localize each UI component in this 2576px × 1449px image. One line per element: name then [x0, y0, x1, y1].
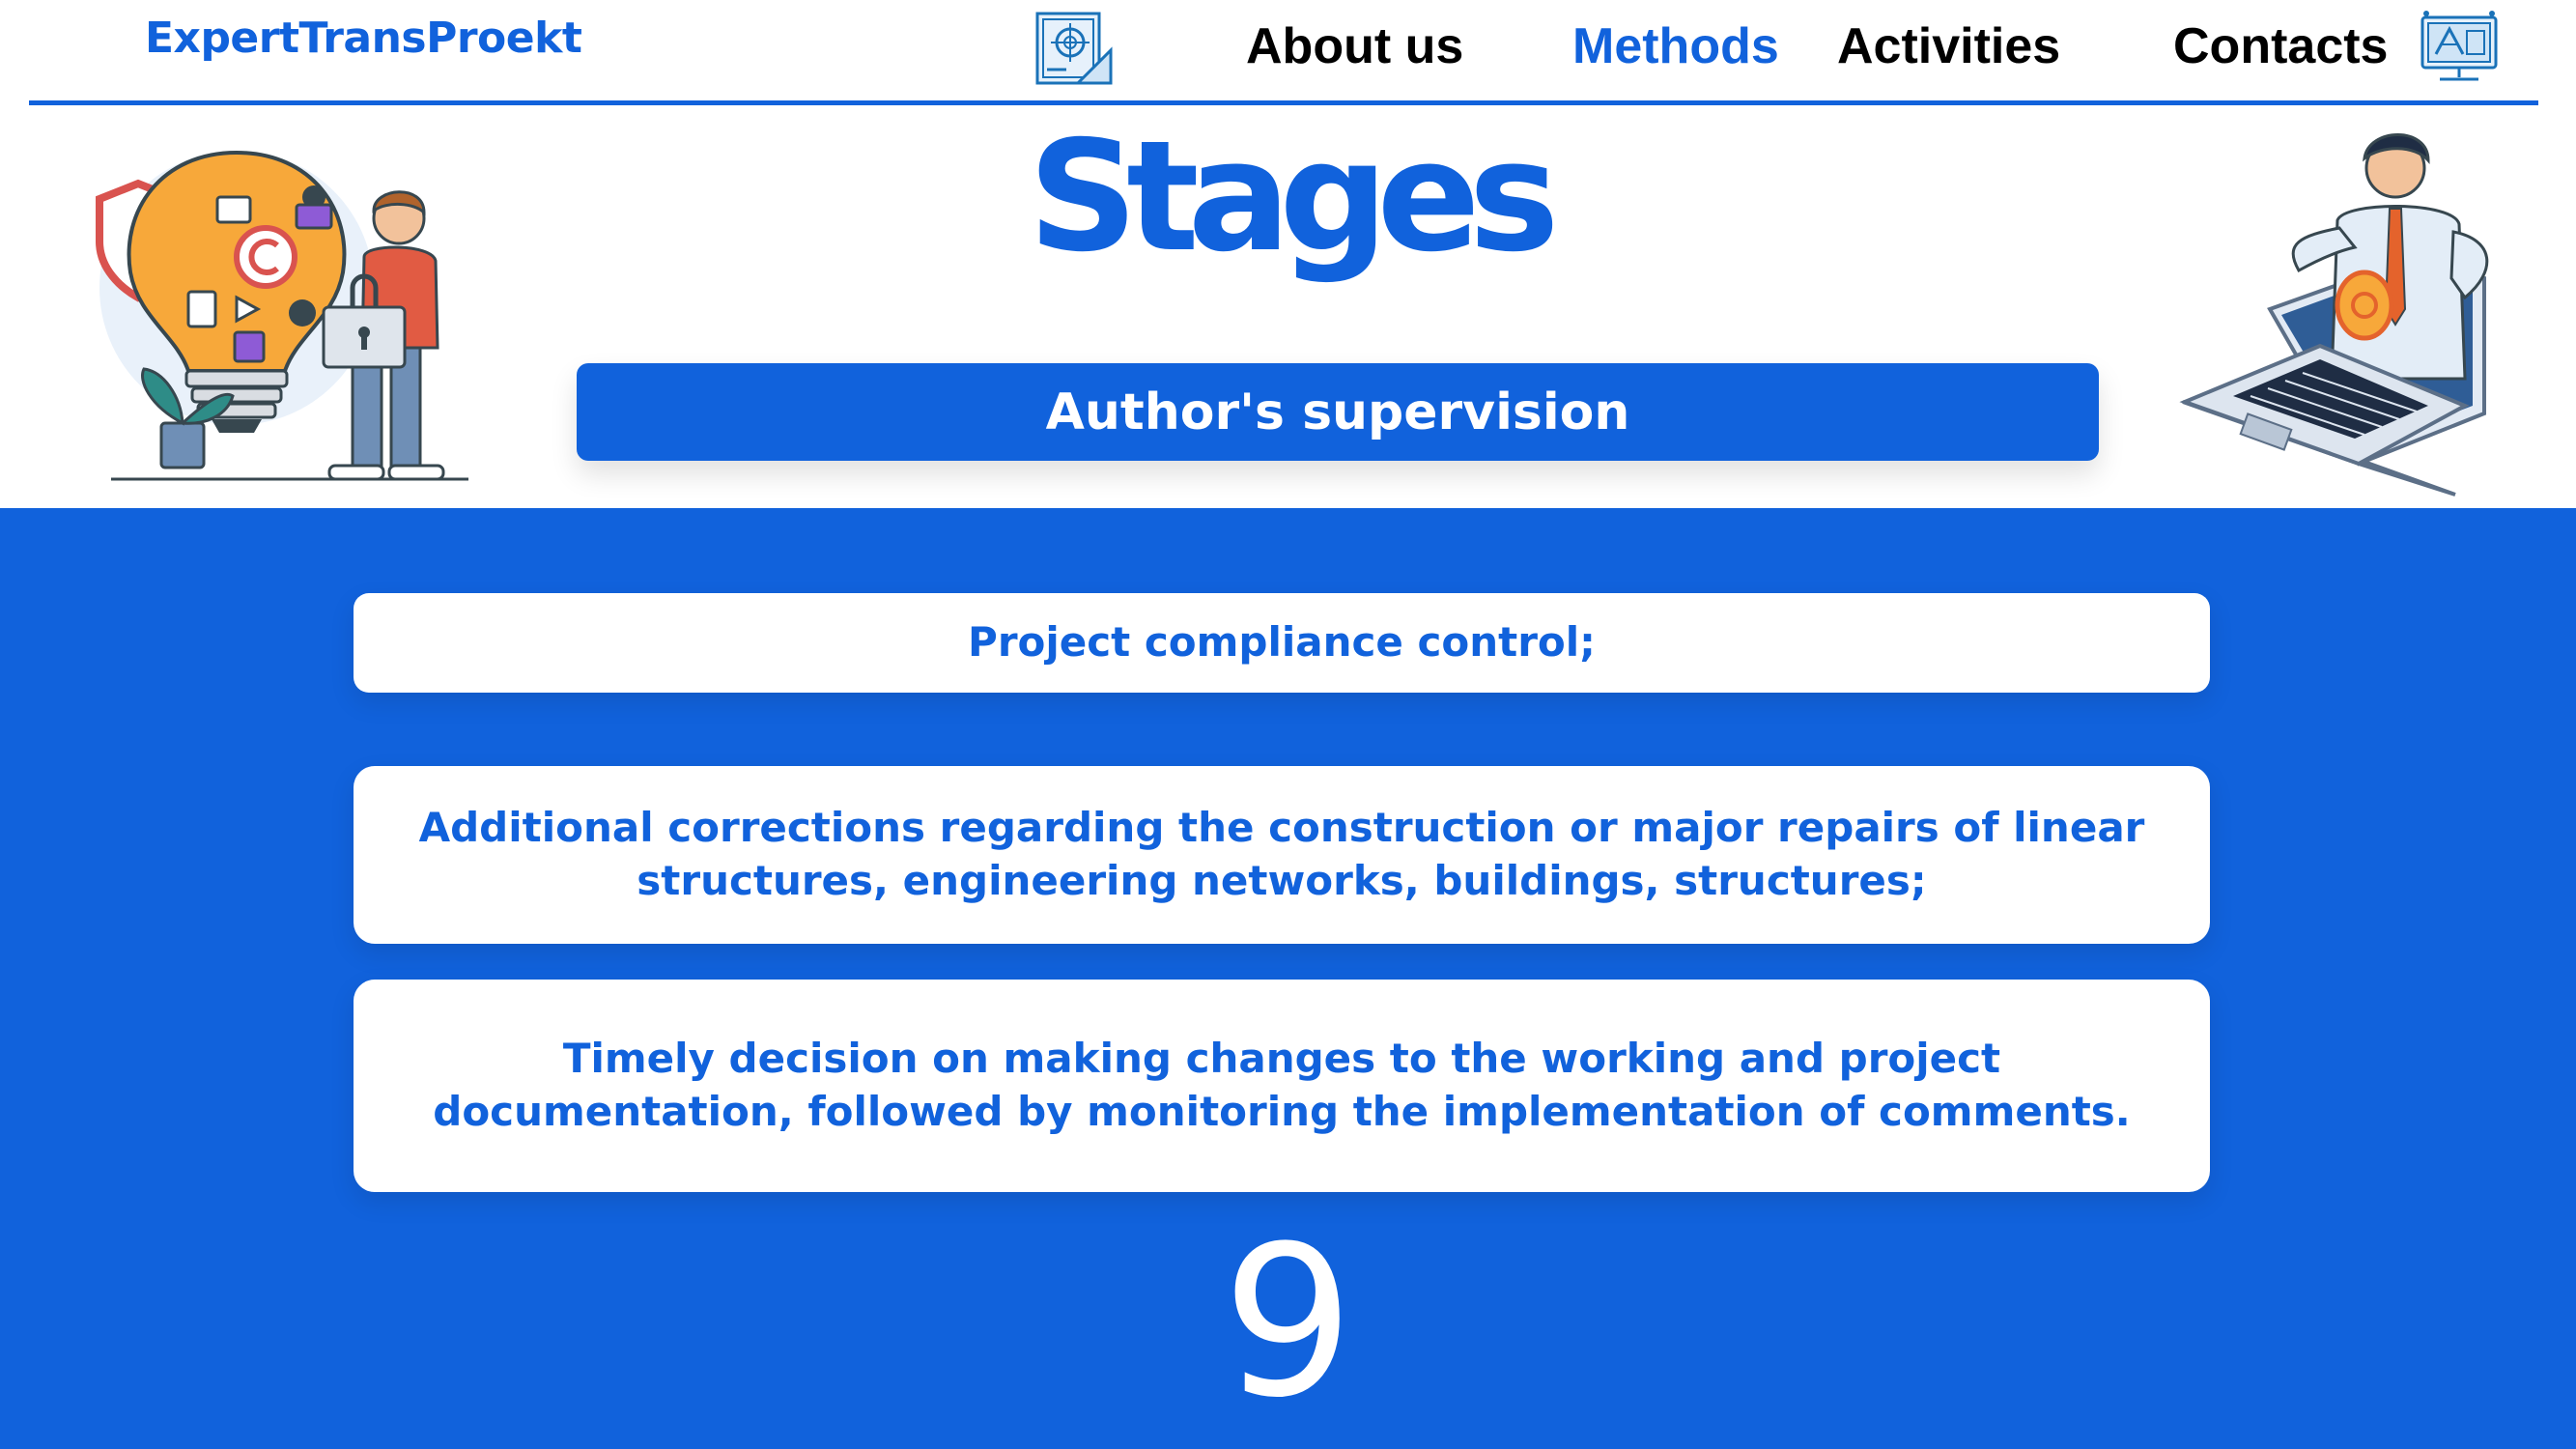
drafting-monitor-icon[interactable] — [2419, 8, 2500, 89]
header-divider — [29, 100, 2538, 105]
nav-methods[interactable]: Methods — [1572, 17, 1779, 75]
page-number: 9 — [1222, 1201, 1354, 1443]
blueprint-icon[interactable] — [1033, 8, 1115, 89]
stage-card-2: Additional corrections regarding the con… — [354, 766, 2210, 944]
nav-contacts[interactable]: Contacts — [2173, 17, 2388, 75]
stage-card-2-text: Additional corrections regarding the con… — [418, 804, 2145, 904]
stage-card-3-text: Timely decision on making changes to the… — [433, 1035, 2131, 1135]
stage-card-3: Timely decision on making changes to the… — [354, 980, 2210, 1192]
nav-activities[interactable]: Activities — [1837, 17, 2060, 75]
stage-card-1: Project compliance control; — [354, 593, 2210, 693]
brand-logo-text[interactable]: ExpertTransProekt — [145, 14, 582, 63]
laptop-businessman-illustration — [2179, 133, 2489, 497]
nav-about-us[interactable]: About us — [1246, 17, 1463, 75]
stage-card-1-text: Project compliance control; — [968, 618, 1596, 667]
lightbulb-copyright-illustration — [96, 150, 468, 481]
stage-subtitle-bar: Author's supervision — [577, 363, 2099, 461]
